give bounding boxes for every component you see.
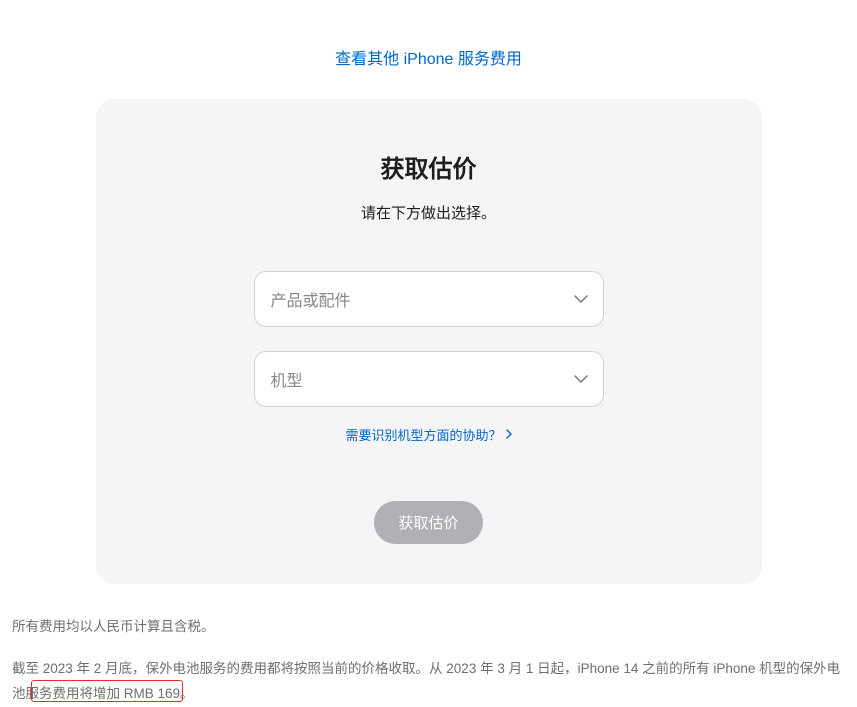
- model-select[interactable]: 机型: [254, 351, 604, 407]
- other-services-link[interactable]: 查看其他 iPhone 服务费用: [335, 51, 522, 68]
- estimate-card: 获取估价 请在下方做出选择。 产品或配件 机型 需要识别机型方面的协助？: [96, 99, 762, 584]
- footnotes: 所有费用均以人民币计算且含税。 截至 2023 年 2 月底，保外电池服务的费用…: [10, 604, 847, 707]
- chevron-right-icon: [506, 427, 512, 442]
- product-select[interactable]: 产品或配件: [254, 271, 604, 327]
- model-help-link[interactable]: 需要识别机型方面的协助？: [345, 425, 511, 444]
- model-select-placeholder: 机型: [271, 367, 303, 391]
- top-link-row: 查看其他 iPhone 服务费用: [10, 0, 847, 99]
- help-link-label: 需要识别机型方面的协助？: [345, 425, 501, 444]
- product-select-wrapper: 产品或配件: [254, 271, 604, 327]
- get-estimate-button[interactable]: 获取估价: [374, 501, 482, 544]
- footnote-price-text: 截至 2023 年 2 月底，保外电池服务的费用都将按照当前的价格收取。从 20…: [12, 661, 840, 702]
- card-subtitle: 请在下方做出选择。: [136, 202, 722, 223]
- card-title: 获取估价: [136, 149, 722, 184]
- product-select-placeholder: 产品或配件: [271, 287, 351, 311]
- help-link-row: 需要识别机型方面的协助？: [136, 425, 722, 445]
- footnote-currency: 所有费用均以人民币计算且含税。: [12, 614, 847, 640]
- footnote-price-change: 截至 2023 年 2 月底，保外电池服务的费用都将按照当前的价格收取。从 20…: [12, 656, 847, 707]
- model-select-wrapper: 机型: [254, 351, 604, 407]
